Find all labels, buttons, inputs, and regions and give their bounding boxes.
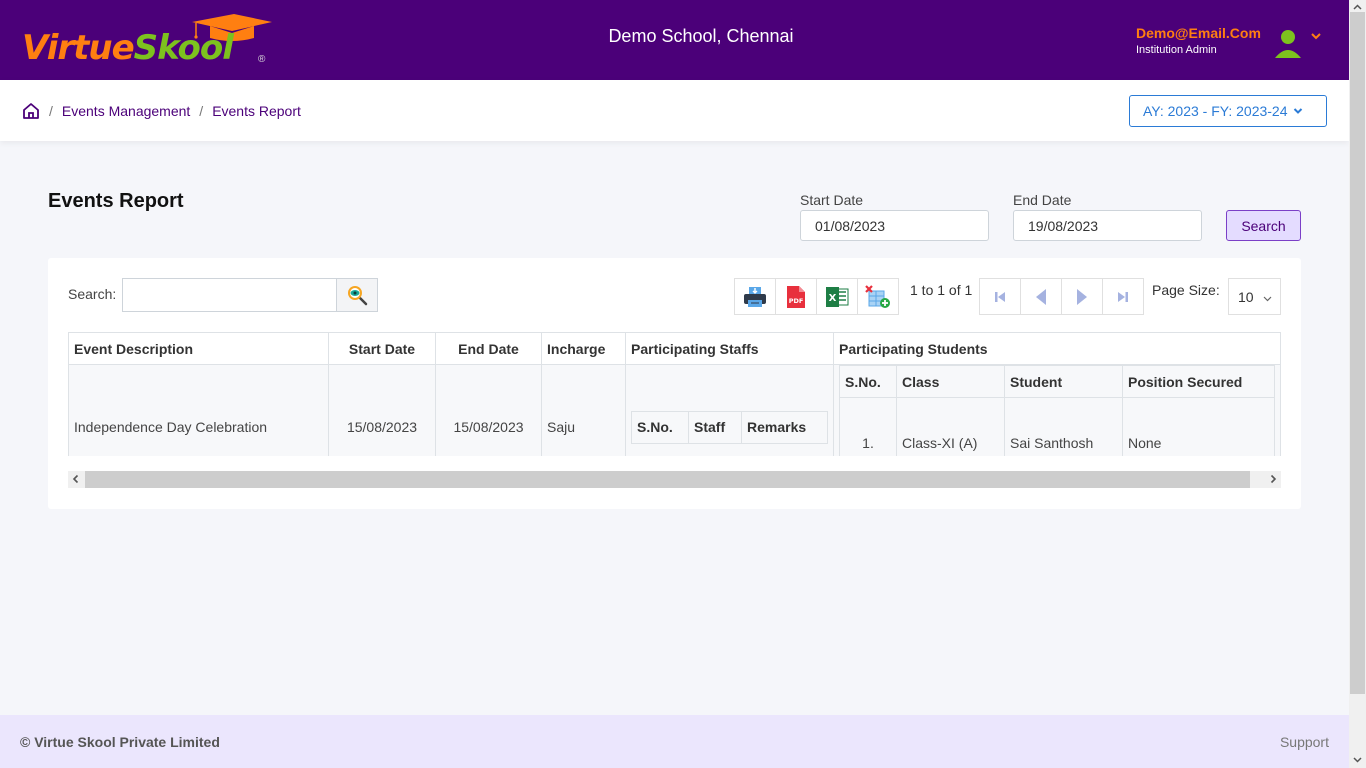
- scroll-down-icon[interactable]: [1352, 755, 1363, 765]
- student-name: Sai Santhosh: [1004, 397, 1123, 456]
- export-excel-button[interactable]: X: [816, 278, 858, 315]
- student-row: 1. Class-XI (A) Sai Santhosh None: [839, 397, 1275, 456]
- cell-end-date: 15/08/2023: [435, 364, 542, 456]
- pager-controls: [979, 278, 1144, 315]
- chevron-down-icon: [1293, 108, 1302, 114]
- excel-icon: X: [826, 286, 849, 307]
- student-position: None: [1122, 397, 1275, 456]
- svg-text:PDF: PDF: [789, 297, 804, 305]
- student-col-class: Class: [896, 365, 1005, 398]
- last-page-button[interactable]: [1102, 278, 1144, 315]
- footer-copyright: © Virtue Skool Private Limited: [20, 734, 220, 750]
- events-grid: Event Description Start Date End Date In…: [68, 332, 1281, 456]
- top-navbar: VirtueSkool ® Demo School, Chennai Demo@…: [0, 0, 1349, 80]
- end-date-label: End Date: [1013, 192, 1072, 208]
- last-page-icon: [1118, 291, 1128, 302]
- page-title: Events Report: [48, 190, 184, 212]
- search-eye-icon: [348, 286, 368, 306]
- next-page-icon: [1077, 288, 1087, 305]
- page-vertical-scrollbar[interactable]: [1349, 0, 1366, 768]
- column-chooser-icon: [865, 284, 890, 308]
- horizontal-scrollbar-thumb[interactable]: [85, 471, 1250, 488]
- breadcrumb-separator: /: [49, 103, 53, 119]
- page-scrollbar-thumb[interactable]: [1350, 12, 1365, 694]
- cell-participating-staffs: S.No. Staff Remarks: [625, 364, 834, 456]
- grid-search-input[interactable]: [122, 278, 337, 312]
- cell-participating-students: S.No. Class Student Position Secured 1. …: [833, 364, 1281, 456]
- page: VirtueSkool ® Demo School, Chennai Demo@…: [0, 0, 1349, 768]
- scroll-right-icon[interactable]: [1268, 474, 1278, 484]
- academic-year-value: AY: 2023 - FY: 2023-24: [1143, 103, 1288, 119]
- page-size-value: 10: [1238, 288, 1254, 305]
- chevron-down-icon: [1263, 296, 1272, 302]
- academic-year-select[interactable]: AY: 2023 - FY: 2023-24: [1129, 95, 1327, 127]
- print-icon: [744, 286, 766, 307]
- table-header-row: Event Description Start Date End Date In…: [68, 332, 1281, 365]
- staff-subtable: S.No. Staff Remarks: [631, 410, 828, 444]
- support-link[interactable]: Support: [1280, 734, 1329, 750]
- user-role: Institution Admin: [1136, 44, 1217, 56]
- breadcrumb-events-report: Events Report: [212, 103, 301, 119]
- search-button[interactable]: Search: [1226, 210, 1301, 241]
- page-size-select[interactable]: 10: [1228, 278, 1281, 315]
- prev-page-button[interactable]: [1020, 278, 1062, 315]
- start-date-input[interactable]: [800, 210, 989, 241]
- registered-mark: ®: [258, 54, 266, 65]
- student-class: Class-XI (A): [896, 397, 1005, 456]
- events-report-card: Search: PDF X 1 to 1 of 1 Page Size: 10 …: [48, 258, 1301, 509]
- pdf-icon: PDF: [787, 285, 805, 308]
- pager-info: 1 to 1 of 1: [910, 282, 973, 298]
- breadcrumb-separator: /: [199, 103, 204, 119]
- page-size-label: Page Size:: [1152, 282, 1220, 298]
- footer: © Virtue Skool Private Limited Support: [0, 715, 1349, 768]
- grid-search-button[interactable]: [336, 278, 378, 312]
- first-page-button[interactable]: [979, 278, 1021, 315]
- student-col-student: Student: [1004, 365, 1123, 398]
- breadcrumb: / Events Management / Events Report: [22, 102, 301, 120]
- column-header-start-date[interactable]: Start Date: [328, 332, 436, 365]
- student-sno: 1.: [839, 397, 897, 456]
- table-row: Independence Day Celebration 15/08/2023 …: [68, 364, 1281, 456]
- scroll-up-icon[interactable]: [1352, 2, 1363, 12]
- horizontal-scrollbar[interactable]: [68, 471, 1281, 488]
- export-toolbar: PDF X: [734, 278, 899, 315]
- grid-search-label: Search:: [68, 286, 117, 302]
- svg-text:X: X: [829, 293, 837, 304]
- breadcrumb-bar: / Events Management / Events Report AY: …: [0, 80, 1349, 141]
- column-header-event-description[interactable]: Event Description: [68, 332, 329, 365]
- students-subtable-header: S.No. Class Student Position Secured: [839, 365, 1275, 398]
- cell-event-description: Independence Day Celebration: [68, 364, 329, 456]
- staff-col-sno: S.No.: [631, 410, 689, 444]
- end-date-input[interactable]: [1013, 210, 1202, 241]
- staff-col-remarks: Remarks: [741, 410, 828, 444]
- prev-page-icon: [1036, 288, 1046, 305]
- student-col-position: Position Secured: [1122, 365, 1275, 398]
- user-menu-chevron-down-icon[interactable]: [1310, 30, 1322, 42]
- start-date-label: Start Date: [800, 192, 864, 208]
- scroll-left-icon[interactable]: [71, 474, 81, 484]
- user-email[interactable]: Demo@Email.Com: [1136, 25, 1261, 41]
- export-pdf-button[interactable]: PDF: [775, 278, 817, 315]
- staff-subtable-header: S.No. Staff Remarks: [631, 410, 828, 444]
- cell-start-date: 15/08/2023: [328, 364, 436, 456]
- events-table: Event Description Start Date End Date In…: [68, 332, 1281, 456]
- column-header-incharge[interactable]: Incharge: [541, 332, 626, 365]
- user-avatar-icon[interactable]: [1274, 28, 1302, 60]
- column-header-end-date[interactable]: End Date: [435, 332, 542, 365]
- first-page-icon: [995, 291, 1005, 302]
- cell-incharge: Saju: [541, 364, 626, 456]
- students-subtable: S.No. Class Student Position Secured 1. …: [839, 365, 1275, 456]
- column-header-participating-students[interactable]: Participating Students: [833, 332, 1281, 365]
- student-col-sno: S.No.: [839, 365, 897, 398]
- column-chooser-button[interactable]: [857, 278, 899, 315]
- next-page-button[interactable]: [1061, 278, 1103, 315]
- staff-col-staff: Staff: [688, 410, 742, 444]
- column-header-participating-staffs[interactable]: Participating Staffs: [625, 332, 834, 365]
- print-button[interactable]: [734, 278, 776, 315]
- home-icon[interactable]: [22, 102, 40, 120]
- breadcrumb-events-management[interactable]: Events Management: [62, 103, 190, 119]
